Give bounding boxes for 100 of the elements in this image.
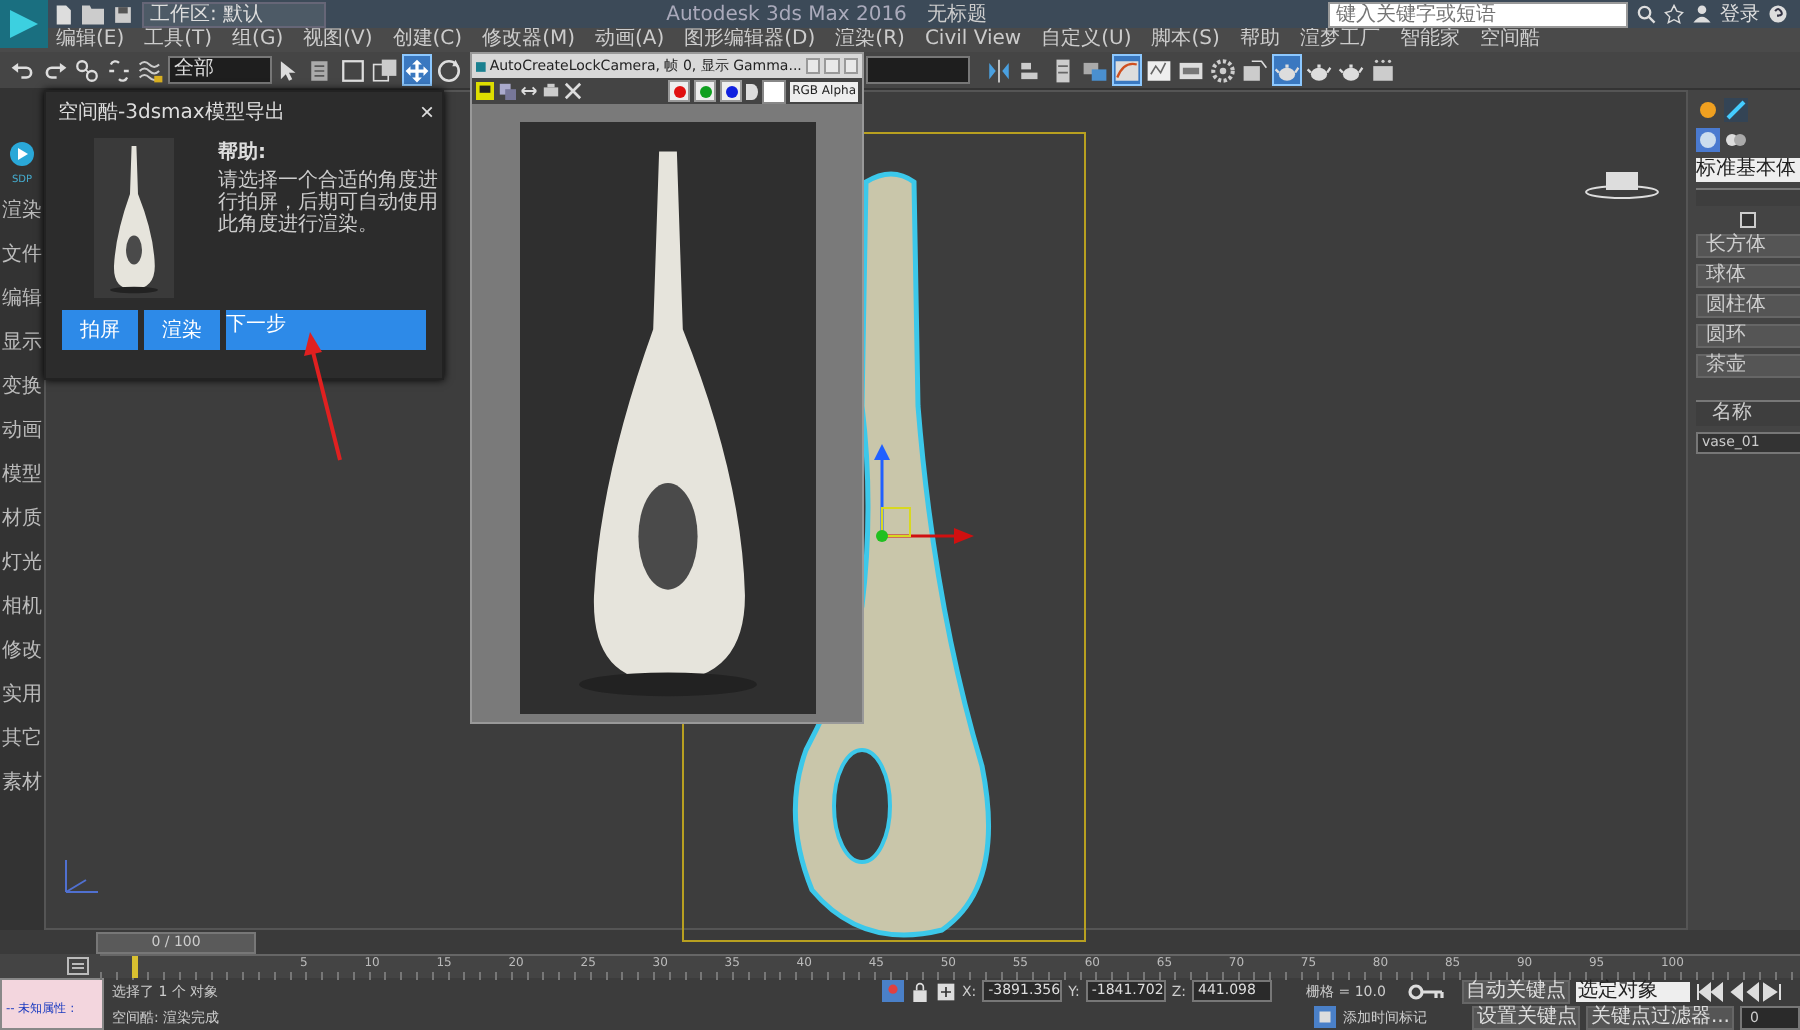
rotate-button[interactable] — [434, 54, 464, 86]
menu-item[interactable]: 智能家 — [1399, 28, 1460, 52]
sidebar-item[interactable]: 动画 — [2, 412, 42, 450]
menu-item[interactable]: 渲染(R) — [835, 28, 905, 52]
redo-icon — [42, 57, 68, 83]
key-target-dropdown[interactable]: 选定对象 — [1576, 981, 1690, 1001]
sidebar-item[interactable]: 渲染 — [2, 192, 42, 230]
align-icon — [1018, 57, 1044, 83]
auto-grid-checkbox[interactable] — [1740, 212, 1756, 228]
clear-icon — [564, 82, 582, 100]
rotate-icon — [436, 57, 462, 83]
move-icon — [404, 57, 430, 83]
wave-icon — [138, 57, 164, 83]
chain-link-icon — [74, 57, 100, 83]
teapot-button[interactable] — [1272, 54, 1302, 86]
dialog-title: 空间酷-3dsmax模型导出 — [58, 99, 285, 126]
window-crossing-button[interactable] — [370, 54, 400, 86]
sidebar-item[interactable]: 实用 — [2, 676, 42, 714]
help-heading: 帮助: — [218, 139, 268, 166]
render-frame-icon — [1242, 57, 1268, 83]
menu-item[interactable]: 自定义(U) — [1041, 28, 1132, 52]
sidebar-item[interactable]: 编辑 — [2, 280, 42, 318]
material-editor-icon — [1178, 57, 1204, 83]
dialog-button[interactable]: 下一步 — [226, 310, 426, 350]
key-filters-button[interactable]: 关键点过滤器... — [1586, 1005, 1734, 1029]
named-selection-set-dropdown[interactable] — [866, 56, 970, 84]
mirror-icon — [986, 57, 1012, 83]
gear-icon — [1210, 57, 1236, 83]
help-text: 请选择一个合适的角度进行拍屏，后期可自动使用此角度进行渲染。 — [218, 170, 440, 236]
object-type-button[interactable]: 圆柱体 — [1696, 294, 1800, 318]
create-tab-icon — [1696, 98, 1720, 122]
lock-icon — [909, 981, 930, 1001]
sidebar-item[interactable]: 灯光 — [2, 544, 42, 582]
menu-item[interactable]: 脚本(S) — [1151, 28, 1220, 52]
plugin-logo-icon — [8, 140, 36, 168]
object-type-button[interactable]: 球体 — [1696, 264, 1800, 288]
render-button[interactable] — [1368, 54, 1398, 86]
time-tag-icon — [1314, 1006, 1337, 1028]
sidebar-item[interactable]: 显示 — [2, 324, 42, 362]
menu-item[interactable]: 帮助 — [1239, 28, 1280, 52]
curve-editor-toggle-icon — [64, 954, 92, 978]
sidebar-item[interactable]: 其它 — [2, 720, 42, 758]
menu-item[interactable]: 创建(C) — [392, 28, 463, 52]
menu-item[interactable]: 图形编辑器(D) — [684, 28, 816, 52]
copy-image-icon — [498, 82, 516, 100]
document-title: 无标题 — [926, 1, 987, 28]
menu-item[interactable]: 空间酷 — [1479, 28, 1540, 52]
window-crossing-icon — [372, 57, 398, 83]
gear-button[interactable] — [1208, 54, 1238, 86]
object-type-button[interactable]: 长方体 — [1696, 234, 1800, 258]
sidebar-item[interactable]: 模型 — [2, 456, 42, 494]
timeline-cursor[interactable] — [132, 955, 138, 977]
object-type-button[interactable]: 圆环 — [1696, 324, 1800, 348]
rollout-header[interactable]: 名称 — [1696, 400, 1800, 426]
menu-item[interactable]: 动画(A) — [595, 28, 665, 52]
mono-icon — [746, 83, 759, 99]
object-type-button[interactable]: 茶壶 — [1696, 354, 1800, 378]
auto-key-button[interactable]: 自动关键点 — [1462, 979, 1570, 1003]
shapes-icon — [1724, 128, 1748, 152]
workspace-dropdown[interactable]: 工作区: 默认 — [142, 1, 326, 27]
menu-item[interactable]: Civil View — [924, 28, 1022, 52]
selection-filter-dropdown[interactable]: 全部 — [168, 56, 272, 84]
menu-item[interactable]: 视图(V) — [303, 28, 373, 52]
dialog-button[interactable]: 渲染 — [144, 310, 220, 350]
move-button[interactable] — [402, 54, 432, 86]
save-icon — [112, 3, 134, 25]
select-list-icon — [308, 57, 334, 83]
set-key-button[interactable]: 设置关键点 — [1472, 1005, 1581, 1029]
menu-item[interactable]: 渲梦工厂 — [1299, 28, 1380, 52]
save-image-icon — [476, 82, 494, 100]
modify-tab-icon — [1724, 98, 1748, 122]
undo-icon — [10, 57, 36, 83]
sign-in-link[interactable]: 登录 — [1720, 0, 1760, 28]
sidebar-item[interactable]: 相机 — [2, 588, 42, 626]
sidebar-item[interactable]: 修改 — [2, 632, 42, 670]
close-button[interactable]: × — [419, 100, 434, 124]
dialog-button[interactable]: 拍屏 — [62, 310, 138, 350]
app-logo-icon — [476, 57, 486, 75]
sidebar-item[interactable]: 素材 — [2, 764, 42, 802]
mirror-button[interactable] — [984, 54, 1014, 86]
menu-item[interactable]: 组(G) — [232, 28, 284, 52]
menu-item[interactable]: 修改器(M) — [482, 28, 575, 52]
isolate-icon — [881, 980, 904, 1002]
sidebar-item[interactable]: 变换 — [2, 368, 42, 406]
help-icon — [1768, 4, 1788, 24]
binoculars-icon — [1636, 4, 1656, 24]
app-logo-icon — [0, 0, 48, 48]
sidebar-item[interactable]: 材质 — [2, 500, 42, 538]
color-swatch[interactable] — [762, 79, 787, 103]
curve-editor-icon — [1114, 57, 1140, 83]
menu-item[interactable]: 编辑(E) — [56, 28, 125, 52]
rectangle-select-button[interactable] — [338, 54, 368, 86]
user-icon — [1692, 4, 1712, 24]
clone-icon — [520, 82, 538, 100]
sidebar-item[interactable]: 文件 — [2, 236, 42, 274]
star-icon — [1664, 4, 1684, 24]
render-frame-button[interactable] — [1240, 54, 1270, 86]
category-dropdown[interactable]: 标准基本体 — [1696, 158, 1800, 182]
menu-item[interactable]: 工具(T) — [144, 28, 213, 52]
key-icon — [1408, 983, 1444, 999]
